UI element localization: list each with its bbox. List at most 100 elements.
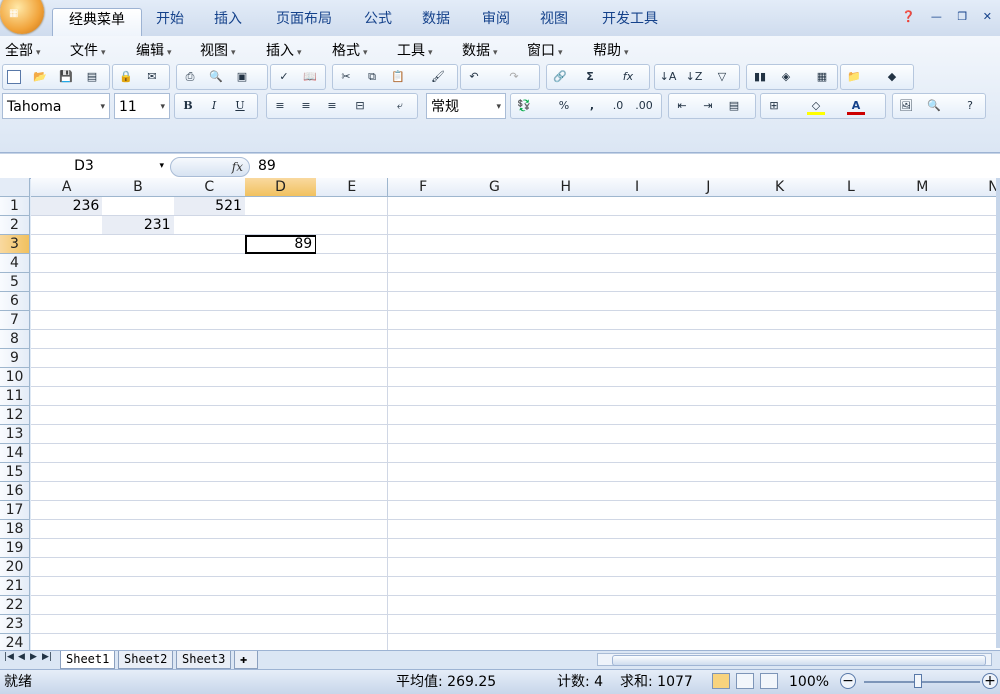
cell-a8[interactable] [31,330,104,349]
cell-a6[interactable] [31,292,104,311]
cell-l20[interactable] [815,558,888,577]
cell-d15[interactable] [244,463,318,482]
cell-k20[interactable] [744,558,817,577]
cell-c8[interactable] [173,330,246,349]
fill-color-icon[interactable]: ◇ [807,97,825,115]
cell-c4[interactable] [173,254,246,273]
cell-a14[interactable] [31,444,104,463]
cell-e5[interactable] [316,273,389,292]
bold-button[interactable]: B [179,97,197,115]
row-header[interactable]: 18 [0,520,30,539]
autosum-icon[interactable]: Σ [581,68,599,86]
cell-b5[interactable] [102,273,175,292]
cell-m9[interactable] [886,349,959,368]
cell-g5[interactable] [458,273,532,292]
cell-c1[interactable]: 521 [173,197,246,216]
cell-d20[interactable] [244,558,318,577]
cell-e9[interactable] [316,349,389,368]
page-layout-view-button[interactable] [736,673,754,689]
normal-view-button[interactable] [712,673,730,689]
cell-d5[interactable] [244,273,318,292]
cell-e17[interactable] [316,501,389,520]
cell-c2[interactable] [173,216,246,235]
row-header[interactable]: 19 [0,539,30,558]
column-header[interactable]: I [601,178,674,197]
cell-f12[interactable] [387,406,460,425]
cell-a23[interactable] [31,615,104,634]
row-header[interactable]: 16 [0,482,30,501]
column-header[interactable]: E [316,178,389,197]
cell-n3[interactable] [957,235,1000,254]
zoom-level[interactable]: 100% [789,670,829,694]
cell-d12[interactable] [244,406,318,425]
column-header[interactable]: K [744,178,817,197]
cell-e19[interactable] [316,539,389,558]
cell-h4[interactable] [530,254,603,273]
cell-e18[interactable] [316,520,389,539]
row-header[interactable]: 20 [0,558,30,577]
column-header[interactable]: C [173,178,246,197]
row-header[interactable]: 3 [0,235,30,254]
cell-a13[interactable] [31,425,104,444]
cell-l21[interactable] [815,577,888,596]
cell-l16[interactable] [815,482,888,501]
cell-g8[interactable] [458,330,532,349]
cell-h6[interactable] [530,292,603,311]
cell-e2[interactable] [316,216,389,235]
tab-data[interactable]: 数据 [414,8,458,36]
cell-b1[interactable] [102,197,175,216]
cell-b14[interactable] [102,444,175,463]
cell-n9[interactable] [957,349,1000,368]
cell-l2[interactable] [815,216,888,235]
italic-button[interactable]: I [205,97,223,115]
cell-f14[interactable] [387,444,460,463]
cell-e20[interactable] [316,558,389,577]
underline-button[interactable]: U [231,97,249,115]
cell-k9[interactable] [744,349,817,368]
cell-a15[interactable] [31,463,104,482]
increase-indent-icon[interactable]: ⇥ [699,97,717,115]
cell-f20[interactable] [387,558,460,577]
cell-k6[interactable] [744,292,817,311]
cell-e11[interactable] [316,387,389,406]
cell-h5[interactable] [530,273,603,292]
row-header[interactable]: 23 [0,615,30,634]
cell-b18[interactable] [102,520,175,539]
borders-icon[interactable]: ⊞ [765,97,783,115]
row-header[interactable]: 15 [0,463,30,482]
help-circle-icon[interactable]: ? [961,97,979,115]
cell-g17[interactable] [458,501,532,520]
cell-d2[interactable] [244,216,318,235]
cell-c12[interactable] [173,406,246,425]
cell-h12[interactable] [530,406,603,425]
row-header[interactable]: 13 [0,425,30,444]
cell-h15[interactable] [530,463,603,482]
cell-g2[interactable] [458,216,532,235]
row-header[interactable]: 7 [0,311,30,330]
cell-h22[interactable] [530,596,603,615]
cell-k21[interactable] [744,577,817,596]
cell-l1[interactable] [815,197,888,216]
cell-c5[interactable] [173,273,246,292]
cell-h17[interactable] [530,501,603,520]
cell-l22[interactable] [815,596,888,615]
cell-i14[interactable] [601,444,674,463]
minimize-icon[interactable]: — [931,10,942,23]
cell-g21[interactable] [458,577,532,596]
restore-icon[interactable]: ❐ [957,10,967,23]
cell-g23[interactable] [458,615,532,634]
comma-button[interactable]: , [583,97,601,115]
cell-h2[interactable] [530,216,603,235]
cell-f19[interactable] [387,539,460,558]
page-break-view-button[interactable] [760,673,778,689]
open-folder-icon[interactable]: 📂 [31,68,49,86]
cell-h18[interactable] [530,520,603,539]
cell-f7[interactable] [387,311,460,330]
tab-classic-menu[interactable]: 经典菜单 [52,8,142,37]
cell-b20[interactable] [102,558,175,577]
cell-m15[interactable] [886,463,959,482]
cell-d6[interactable] [244,292,318,311]
cell-f17[interactable] [387,501,460,520]
cell-l7[interactable] [815,311,888,330]
filter-icon[interactable]: ▽ [713,68,731,86]
